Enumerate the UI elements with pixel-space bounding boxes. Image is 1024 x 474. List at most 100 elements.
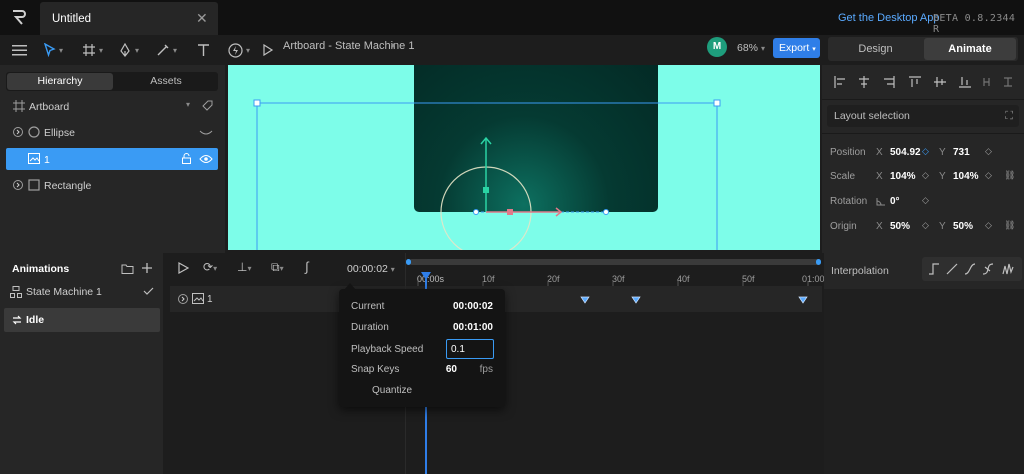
x-axis-label: X [876,147,883,158]
position-y-input[interactable]: 731 [953,147,970,158]
keyframe-diamond-icon[interactable]: ◇ [922,195,929,206]
export-button[interactable]: Export ▾ [773,38,820,58]
keyframe-icon[interactable] [631,294,641,304]
ease-interpolation-icon[interactable] [982,263,994,275]
check-icon [143,287,154,295]
time-display[interactable]: 00:00:02 ▾ [347,263,395,275]
playhead-handle-icon[interactable] [421,272,431,281]
easing-icon[interactable]: ∫ [305,259,309,274]
animation-item-idle[interactable]: Idle [4,308,160,332]
quantize-option[interactable]: Quantize [372,385,412,396]
animation-label: Idle [26,314,45,326]
origin-y-input[interactable]: 50% [953,221,973,232]
interpolation-title: Interpolation [831,265,889,277]
cubic-interpolation-icon[interactable] [964,263,976,275]
scroll-handle-start[interactable] [406,259,411,265]
elastic-interpolation-icon[interactable] [1002,263,1014,275]
keyframe-icon[interactable] [580,294,590,304]
state-machine-item[interactable]: State Machine 1 [10,284,160,300]
zoom-level[interactable]: 68% ▾ [737,42,765,54]
keyframe-diamond-icon[interactable]: ◇ [922,220,929,231]
origin-label: Origin [830,221,857,232]
user-avatar[interactable]: M [707,37,727,57]
hierarchy-label: Rectangle [44,180,92,192]
artboard-canvas[interactable] [228,65,820,250]
snap-icon[interactable]: ⊥▾ [237,260,251,274]
keyframe-diamond-icon[interactable]: ◇ [985,220,992,231]
hierarchy-item-1[interactable]: 1 [6,148,218,170]
animations-panel: Animations State Machine 1 Idle [0,253,163,474]
chevron-down-icon[interactable]: ▾ [391,41,395,50]
expand-icon[interactable]: ⛶ [1005,105,1013,127]
close-tab-icon[interactable]: ✕ [196,10,208,27]
add-icon[interactable] [141,262,153,274]
hierarchy-item-rectangle[interactable]: Rectangle [6,174,218,196]
divider [822,99,1024,100]
eye-icon [199,155,213,163]
duration-label: Duration [351,322,389,333]
mode-switch: Design Animate [828,37,1018,61]
tag-icon [202,100,213,111]
rotation-label: Rotation [830,196,868,207]
selection-overlay [253,99,721,250]
select-tool-button[interactable]: ▾ [44,37,63,63]
scale-y-input[interactable]: 104% [953,171,979,182]
linear-interpolation-icon[interactable] [946,263,958,275]
playback-speed-input[interactable] [446,339,494,359]
hierarchy-item-ellipse[interactable]: Ellipse [6,121,218,143]
pen-tool-button[interactable]: ▾ [118,37,139,63]
keyframe-icon[interactable] [798,294,808,304]
bone-tool-button[interactable]: ▾ [156,37,177,63]
time-display-value: 00:00:02 [347,263,388,275]
keyframe-diamond-icon[interactable]: ◇ [922,170,929,181]
play-icon[interactable] [262,37,274,63]
expand-arrow-icon[interactable] [178,294,188,304]
tab-hierarchy[interactable]: Hierarchy [7,73,113,90]
hierarchy-label: 1 [44,154,50,166]
keyframe-diamond-icon[interactable]: ◇ [985,146,992,157]
keyframe-tool-icon[interactable]: ⧉▾ [271,260,284,275]
snap-keys-value[interactable]: 60 [446,364,457,375]
tab-design[interactable]: Design [828,37,923,61]
scale-x-input[interactable]: 104% [890,171,916,182]
keyframe-diamond-icon[interactable]: ◇ [985,170,992,181]
menu-icon[interactable] [12,37,28,63]
layout-selection-field[interactable]: Layout selection ⛶ [827,105,1019,127]
tab-assets[interactable]: Assets [114,73,218,90]
timeline-scrollbar[interactable] [409,259,820,265]
frame-icon [83,44,95,56]
hold-interpolation-icon[interactable] [928,263,940,275]
chevron-down-icon[interactable]: ▾ [186,100,190,109]
file-tab-title: Untitled [52,13,91,25]
events-tool-button[interactable]: ▾ [228,37,250,63]
link-icon[interactable]: ⛓ [1004,170,1015,181]
layout-selection-label: Layout selection [834,110,910,122]
tab-animate[interactable]: Animate [924,38,1016,60]
rotation-row: Rotation 0° ◇ [830,193,1020,211]
state-machine-icon [10,286,22,298]
file-tab[interactable]: Untitled ✕ [40,2,218,35]
current-value[interactable]: 00:00:02 [453,301,493,312]
play-icon[interactable] [178,262,189,274]
link-icon[interactable]: ⛓ [1004,220,1015,231]
origin-x-input[interactable]: 50% [890,221,910,232]
align-icons[interactable] [834,76,1014,88]
scroll-handle-end[interactable] [816,259,821,265]
interpolation-graph[interactable] [824,289,1024,474]
artboard-tool-button[interactable]: ▾ [82,37,103,63]
expand-arrow-icon [13,127,23,137]
hierarchy-item-artboard[interactable]: Artboard ▾ [6,95,218,117]
position-x-input[interactable]: 504.92 [890,147,921,158]
folder-icon[interactable] [121,263,134,274]
get-desktop-app-link[interactable]: Get the Desktop App [838,12,940,24]
current-row: Current 00:00:02 [351,298,497,316]
interpolation-types [922,257,1022,281]
rotation-input[interactable]: 0° [890,196,900,207]
text-tool-button[interactable] [197,37,210,63]
keyframe-diamond-icon[interactable]: ◇ [922,146,929,157]
duration-value[interactable]: 00:01:00 [453,322,493,333]
inspector-panel: Layout selection ⛶ Position X 504.92 ◇ Y… [822,65,1024,253]
loop-mode-icon[interactable]: ⟳▾ [203,260,217,274]
rive-logo-icon[interactable] [10,8,32,28]
image-icon [192,293,204,304]
